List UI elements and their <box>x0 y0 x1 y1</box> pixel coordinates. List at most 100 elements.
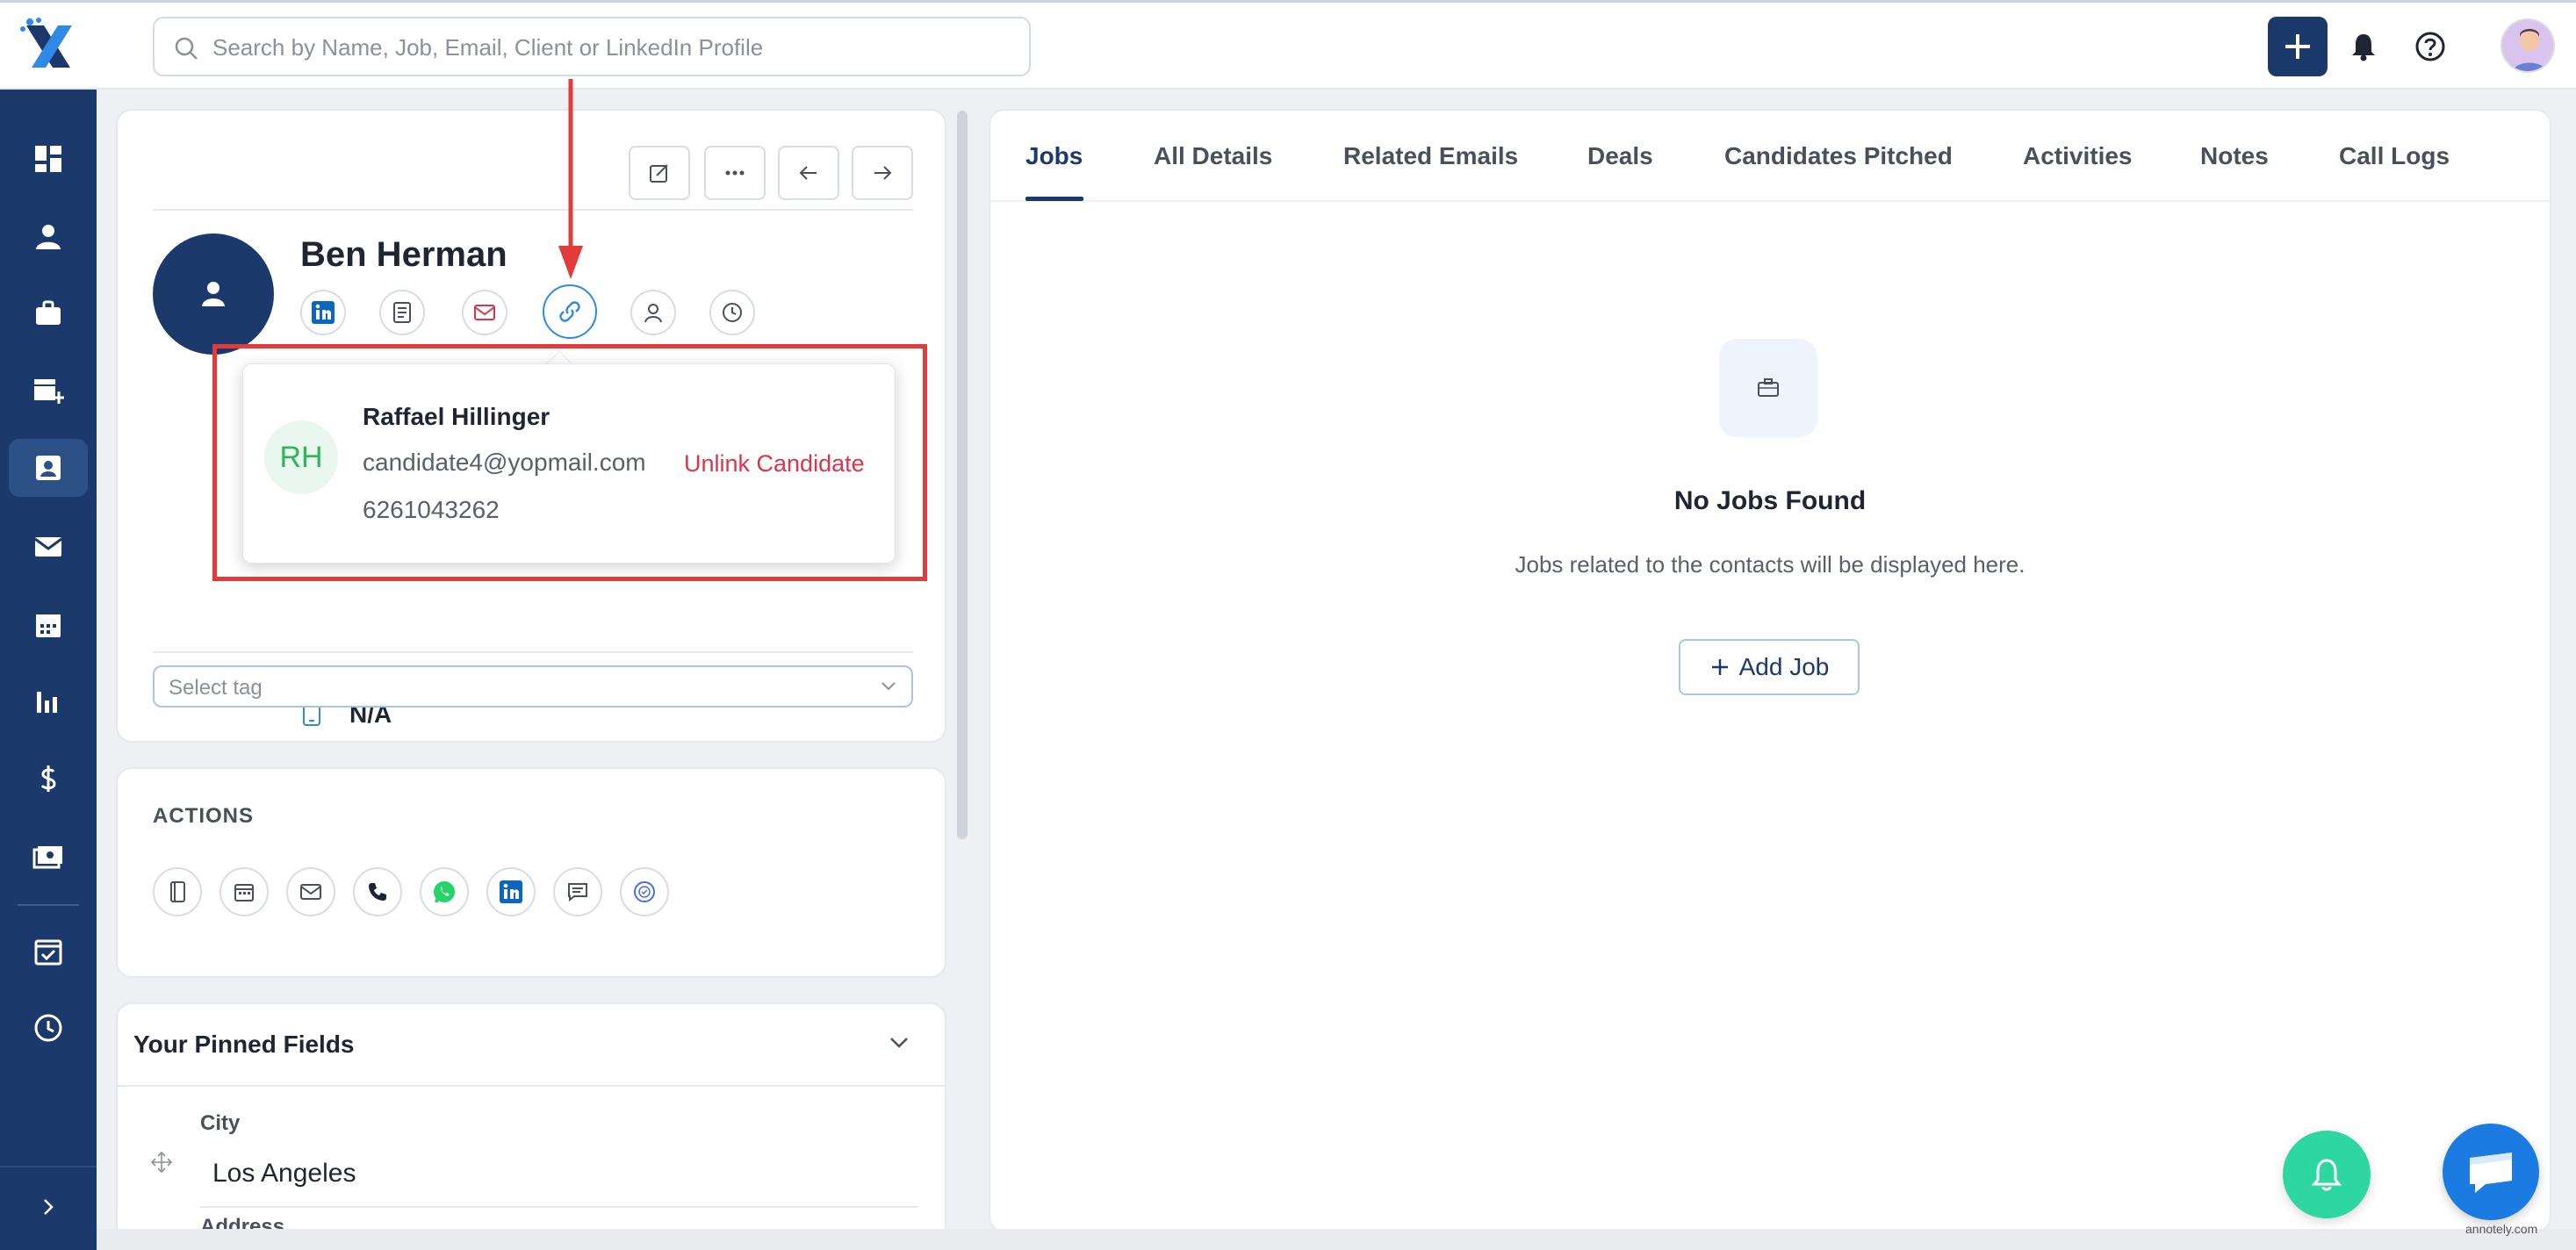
store-add-icon <box>34 379 64 404</box>
calendar-icon <box>36 614 61 637</box>
sidebar-expand-button[interactable] <box>19 1178 77 1236</box>
clock-icon <box>34 1014 62 1042</box>
add-job-button[interactable]: Add Job <box>1679 639 1860 695</box>
user-outline-icon <box>644 304 662 323</box>
actions-title: ACTIONS <box>153 804 254 828</box>
sidebar-item-clients[interactable] <box>19 362 77 420</box>
annotation-highlight-box <box>212 344 927 581</box>
sidebar-item-jobs[interactable] <box>19 284 77 342</box>
bell-icon[interactable] <box>2346 29 2381 64</box>
chevron-down-icon <box>881 682 896 691</box>
tab-activities[interactable]: Activities <box>2023 142 2133 170</box>
field-label-city: City <box>200 1111 241 1135</box>
help-icon[interactable] <box>2413 29 2448 64</box>
owner-button[interactable] <box>630 290 676 335</box>
watermark-text: annotely.com <box>2465 1222 2538 1236</box>
tab-deals[interactable]: Deals <box>1587 142 1653 170</box>
contact-details-panel: Jobs All Details Related Emails Deals Ca… <box>989 109 2551 1232</box>
action-whatsapp[interactable] <box>420 867 469 916</box>
whatsapp-icon <box>434 881 455 903</box>
mail-icon <box>34 537 62 557</box>
user-avatar[interactable] <box>2500 18 2555 73</box>
link-candidate-button[interactable] <box>543 284 597 339</box>
action-sms[interactable] <box>553 867 602 916</box>
tab-related-emails[interactable]: Related Emails <box>1343 142 1518 170</box>
person-icon <box>36 225 61 249</box>
resume-button[interactable] <box>379 290 425 335</box>
edit-button[interactable] <box>629 146 690 200</box>
edit-icon <box>650 164 668 183</box>
actions-card: ACTIONS <box>116 767 946 978</box>
tag-divider <box>153 651 913 653</box>
select-tag-dropdown[interactable]: Select tag <box>153 665 913 708</box>
email-icon <box>300 884 321 900</box>
tab-all-details[interactable]: All Details <box>1154 142 1272 170</box>
app-logo[interactable] <box>18 17 81 76</box>
arrow-right-icon <box>874 166 892 180</box>
clock-icon <box>723 303 742 322</box>
drag-handle-icon[interactable] <box>149 1150 174 1175</box>
sidebar-item-calendar[interactable] <box>19 595 77 653</box>
empty-state-title: No Jobs Found <box>1673 486 1867 515</box>
sidebar-item-reports[interactable] <box>19 672 77 730</box>
sidebar-item-candidates[interactable] <box>19 207 77 265</box>
chevron-right-icon <box>44 1199 54 1215</box>
sidebar-item-mail[interactable] <box>19 518 77 576</box>
linkedin-button[interactable] <box>300 290 346 335</box>
action-linkedin[interactable] <box>486 867 536 916</box>
action-schedule[interactable] <box>219 867 269 916</box>
chevron-down-icon[interactable] <box>887 1034 911 1052</box>
search-input[interactable] <box>212 31 1003 64</box>
dollar-icon <box>40 765 56 792</box>
left-panel-scrollbar[interactable] <box>957 111 968 839</box>
tab-candidates-pitched[interactable]: Candidates Pitched <box>1724 142 1953 170</box>
sidebar-item-dashboard[interactable] <box>19 130 77 188</box>
phone-icon <box>369 883 386 901</box>
message-icon <box>568 883 587 902</box>
sidebar-item-contacts[interactable] <box>9 439 88 497</box>
global-search[interactable] <box>153 17 1031 76</box>
pinned-fields-title: Your Pinned Fields <box>133 1031 355 1058</box>
create-new-button[interactable] <box>2268 17 2328 76</box>
sidebar-divider <box>18 904 79 906</box>
action-add-note[interactable] <box>153 867 202 916</box>
contact-name: Ben Herman <box>300 235 507 274</box>
active-tab-indicator <box>1025 197 1083 201</box>
empty-state-subtitle: Jobs related to the contacts will be dis… <box>1515 551 2026 578</box>
tab-jobs[interactable]: Jobs <box>1025 142 1083 170</box>
pinned-fields-card: Your Pinned Fields City Los Angeles Addr… <box>116 1002 946 1250</box>
email-button[interactable] <box>462 290 507 335</box>
tab-call-logs[interactable]: Call Logs <box>2339 142 2450 170</box>
floating-notification-button[interactable] <box>2283 1131 2371 1218</box>
bell-outline-icon <box>2311 1159 2342 1191</box>
next-contact-button[interactable] <box>852 146 913 200</box>
calendar-icon <box>234 884 254 902</box>
more-horizontal-icon <box>725 170 745 176</box>
document-icon <box>393 302 411 323</box>
email-icon <box>474 305 495 320</box>
empty-state-icon-box <box>1719 339 1817 437</box>
action-sequence[interactable] <box>620 867 669 916</box>
floating-chat-button[interactable] <box>2443 1124 2539 1220</box>
bar-chart-icon <box>37 692 57 713</box>
plus-icon <box>1711 659 1728 675</box>
sidebar-bottom-divider <box>0 1166 97 1167</box>
chat-icon <box>2470 1153 2512 1193</box>
sidebar-item-history[interactable] <box>19 999 77 1057</box>
top-bar <box>0 0 2576 90</box>
sidebar-item-deals[interactable] <box>19 750 77 808</box>
history-button[interactable] <box>709 290 755 335</box>
sidebar <box>0 90 97 1250</box>
tab-notes[interactable]: Notes <box>2200 142 2269 170</box>
previous-contact-button[interactable] <box>778 146 839 200</box>
sidebar-item-tasks[interactable] <box>19 922 77 980</box>
search-icon <box>175 37 198 60</box>
sidebar-item-billing[interactable] <box>19 827 77 885</box>
money-icon <box>32 846 62 869</box>
action-call[interactable] <box>353 867 402 916</box>
circle-check-icon <box>634 881 655 902</box>
add-job-label: Add Job <box>1738 653 1830 680</box>
more-options-button[interactable] <box>704 146 766 200</box>
field-value-city[interactable]: Los Angeles <box>212 1159 356 1189</box>
action-email[interactable] <box>286 867 335 916</box>
